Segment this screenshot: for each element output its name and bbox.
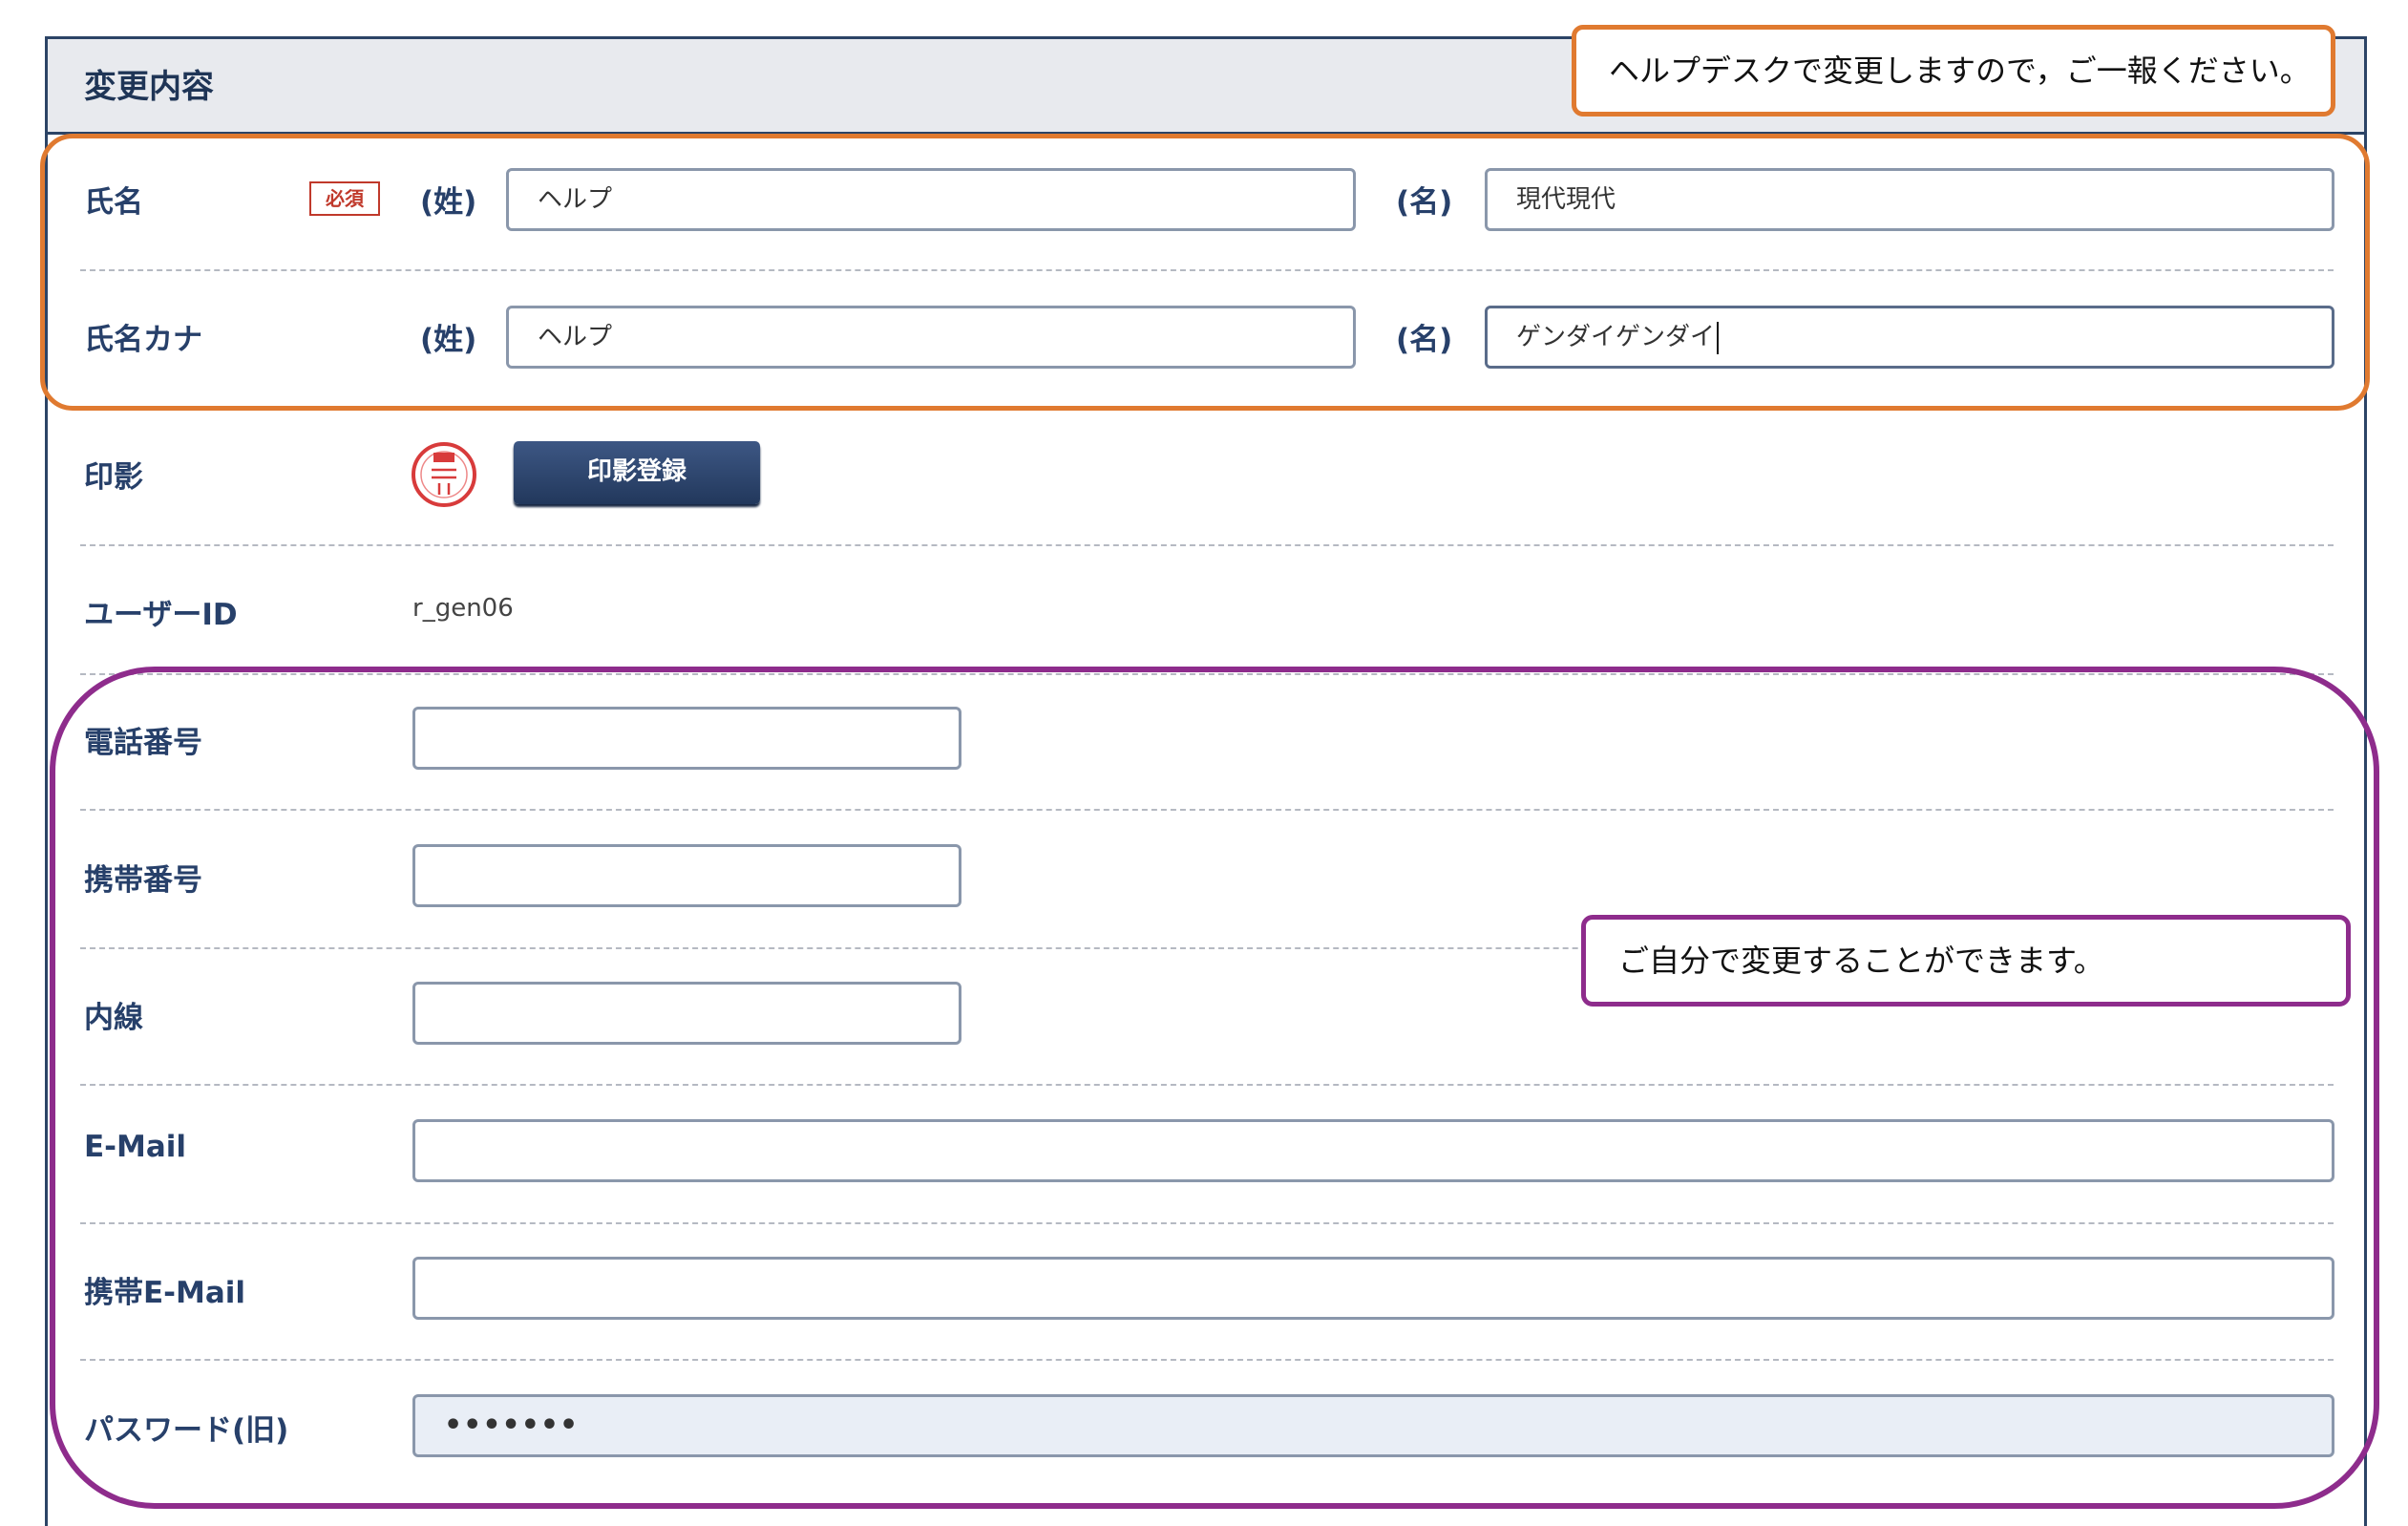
mobile-input[interactable] xyxy=(412,844,961,907)
register-seal-button[interactable]: 印影登録 xyxy=(514,441,760,504)
seal-stamp-icon xyxy=(412,442,476,507)
kana-mei-input[interactable]: ゲンダイゲンダイ xyxy=(1485,306,2334,369)
phone-input[interactable] xyxy=(412,707,961,770)
mobile-email-input[interactable] xyxy=(412,1257,2334,1320)
helpdesk-callout: ヘルプデスクで変更しますので，ご一報ください。 xyxy=(1572,25,2335,117)
divider xyxy=(80,269,2334,271)
phone-label: 電話番号 xyxy=(84,726,202,760)
divider xyxy=(80,1222,2334,1224)
kana-label: 氏名カナ xyxy=(84,323,202,357)
userid-label: ユーザーID xyxy=(84,598,238,632)
kana-mei-value: ゲンダイゲンダイ xyxy=(1516,323,1716,351)
divider xyxy=(80,673,2334,675)
seal-label: 印影 xyxy=(84,460,143,495)
extension-input[interactable] xyxy=(412,982,961,1045)
name-sei-input[interactable]: ヘルプ xyxy=(506,168,1356,231)
divider xyxy=(80,809,2334,811)
divider xyxy=(80,1359,2334,1361)
kana-sei-input[interactable]: ヘルプ xyxy=(506,306,1356,369)
self-edit-callout: ご自分で変更することができます。 xyxy=(1581,915,2351,1007)
text-caret xyxy=(1717,321,1720,354)
email-label: E-Mail xyxy=(84,1130,187,1164)
mobile-email-label: 携帯E-Mail xyxy=(84,1276,246,1310)
userid-value: r_gen06 xyxy=(412,594,514,623)
divider xyxy=(80,544,2334,546)
kana-sei-label: (姓) xyxy=(420,323,477,357)
name-mei-input[interactable]: 現代現代 xyxy=(1485,168,2334,231)
mobile-label: 携帯番号 xyxy=(84,863,202,898)
kana-mei-label: (名) xyxy=(1396,323,1453,357)
password-label: パスワード(旧) xyxy=(84,1413,289,1448)
required-badge: 必須 xyxy=(309,181,380,216)
sei-label: (姓) xyxy=(420,185,477,220)
mei-label: (名) xyxy=(1396,185,1453,220)
divider xyxy=(80,1084,2334,1086)
password-input[interactable]: ••••••• xyxy=(412,1394,2334,1457)
extension-label: 内線 xyxy=(84,1001,143,1035)
email-input[interactable] xyxy=(412,1119,2334,1182)
name-label: 氏名 xyxy=(84,185,143,220)
panel-title: 変更内容 xyxy=(84,68,214,106)
